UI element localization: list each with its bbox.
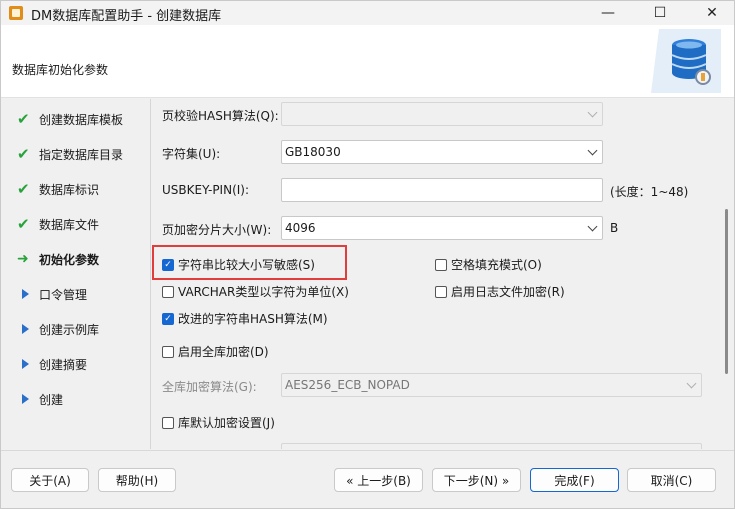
sidebar-item-label: 创建 [39, 392, 64, 407]
page-shard-value: 4096 [285, 221, 316, 235]
case-sensitive-checkbox[interactable]: ✓ 字符串比较大小写敏感(S) [162, 256, 315, 273]
checkbox-icon [435, 285, 447, 298]
check-icon: ✔ [17, 145, 30, 163]
encrypt-algo-value: AES256_ECB_NOPAD [285, 378, 410, 392]
app-icon [9, 6, 23, 20]
sidebar-item-label: 数据库文件 [39, 217, 100, 232]
chevron-down-icon [587, 221, 598, 232]
partial-field-below [281, 443, 702, 449]
usbkey-pin-label: USBKEY-PIN(I): [162, 183, 250, 197]
usbkey-length-hint: (长度：1~48) [610, 185, 689, 199]
window-title: DM数据库配置助手 - 创建数据库 [31, 9, 222, 24]
check-icon: ✔ [17, 180, 30, 198]
maximize-button[interactable]: ☐ [638, 1, 682, 25]
triangle-right-icon [17, 359, 35, 369]
checkbox-icon [162, 416, 174, 429]
init-params-form: 页校验HASH算法(Q): 字符集(U): GB18030 USBKEY-PIN… [152, 99, 734, 449]
full-encrypt-checkbox[interactable]: 启用全库加密(D) [162, 343, 269, 360]
help-button[interactable]: 帮助(H) [98, 468, 176, 492]
sidebar-item-db-files[interactable]: ✔ 数据库文件 [17, 214, 99, 234]
close-button[interactable]: ✕ [690, 1, 734, 25]
page-shard-unit: B [610, 221, 619, 235]
title-bar: DM数据库配置助手 - 创建数据库 — ☐ ✕ [1, 1, 734, 25]
blank-pad-checkbox[interactable]: 空格填充模式(O) [435, 256, 542, 273]
about-button[interactable]: 关于(A) [11, 468, 89, 492]
dm-config-window: DM数据库配置助手 - 创建数据库 — ☐ ✕ 数据库初始化参数 ✔ 创建数据库… [0, 0, 735, 509]
triangle-right-icon [17, 394, 35, 404]
check-icon: ✔ [17, 215, 30, 233]
checkbox-checked-icon: ✓ [162, 258, 174, 271]
chevron-down-icon [686, 378, 697, 389]
sidebar-item-create[interactable]: 创建 [17, 389, 63, 409]
page-hash-label: 页校验HASH算法(Q): [162, 109, 279, 123]
sidebar-item-db-directory[interactable]: ✔ 指定数据库目录 [17, 144, 123, 164]
sidebar-item-label: 数据库标识 [39, 182, 100, 197]
checkbox-checked-icon: ✓ [162, 312, 174, 325]
page-shard-label: 页加密分片大小(W): [162, 223, 272, 237]
encrypt-algo-select: AES256_ECB_NOPAD [281, 373, 702, 397]
sidebar-item-label: 口令管理 [39, 287, 88, 302]
sidebar-item-label: 初始化参数 [39, 252, 100, 267]
sidebar-item-init-params[interactable]: ➜ 初始化参数 [17, 249, 99, 269]
sidebar-item-label: 创建摘要 [39, 357, 88, 372]
scrollbar-thumb[interactable] [725, 209, 728, 374]
wizard-footer: 关于(A) 帮助(H) « 上一步(B) 下一步(N) » 完成(F) 取消(C… [1, 450, 734, 508]
sidebar-item-label: 创建数据库模板 [39, 112, 124, 127]
page-header: 数据库初始化参数 [1, 25, 734, 98]
check-icon: ✔ [17, 110, 30, 128]
page-title: 数据库初始化参数 [12, 63, 109, 77]
page-hash-select [281, 102, 603, 126]
database-settings-icon [651, 29, 721, 93]
checkbox-icon [162, 285, 174, 298]
improved-hash-checkbox[interactable]: ✓ 改进的字符串HASH算法(M) [162, 310, 328, 327]
chevron-down-icon [587, 107, 598, 118]
charset-value: GB18030 [285, 145, 341, 159]
minimize-button[interactable]: — [586, 1, 630, 25]
log-encrypt-checkbox[interactable]: 启用日志文件加密(R) [435, 283, 565, 300]
finish-button[interactable]: 完成(F) [530, 468, 619, 492]
sidebar-item-label: 创建示例库 [39, 322, 100, 337]
sidebar-item-label: 指定数据库目录 [39, 147, 124, 162]
page-shard-select[interactable]: 4096 [281, 216, 603, 240]
sidebar-item-password[interactable]: 口令管理 [17, 284, 87, 304]
checkbox-icon [435, 258, 447, 271]
encrypt-algo-label: 全库加密算法(G): [162, 380, 257, 394]
wizard-steps-sidebar: ✔ 创建数据库模板 ✔ 指定数据库目录 ✔ 数据库标识 ✔ 数据库文件 ➜ 初始… [1, 99, 151, 449]
triangle-right-icon [17, 289, 35, 299]
charset-select[interactable]: GB18030 [281, 140, 603, 164]
chevron-down-icon [587, 145, 598, 156]
next-button[interactable]: 下一步(N) » [432, 468, 521, 492]
usbkey-pin-input[interactable] [281, 178, 603, 202]
default-encrypt-checkbox[interactable]: 库默认加密设置(J) [162, 414, 275, 431]
varchar-char-checkbox[interactable]: VARCHAR类型以字符为单位(X) [162, 283, 349, 300]
sidebar-item-sample-db[interactable]: 创建示例库 [17, 319, 99, 339]
charset-label: 字符集(U): [162, 147, 221, 161]
checkbox-icon [162, 345, 174, 358]
previous-button[interactable]: « 上一步(B) [334, 468, 423, 492]
arrow-right-icon: ➜ [17, 251, 29, 267]
triangle-right-icon [17, 324, 35, 334]
sidebar-item-db-identity[interactable]: ✔ 数据库标识 [17, 179, 99, 199]
vertical-scrollbar[interactable] [718, 99, 734, 449]
sidebar-item-create-template[interactable]: ✔ 创建数据库模板 [17, 109, 123, 129]
cancel-button[interactable]: 取消(C) [627, 468, 716, 492]
sidebar-item-summary[interactable]: 创建摘要 [17, 354, 87, 374]
